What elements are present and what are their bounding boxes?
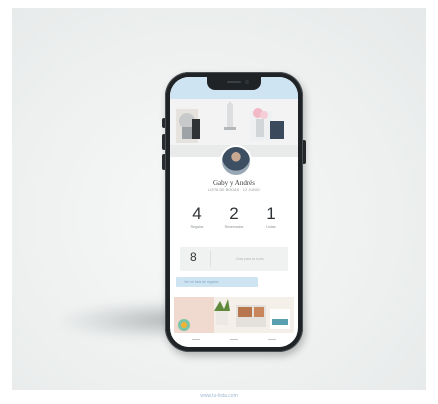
countdown-label: Días para la boda bbox=[236, 257, 264, 261]
stat-lists[interactable]: 1 Listas bbox=[254, 205, 288, 239]
featured-image[interactable] bbox=[174, 297, 294, 333]
mockup-scene: Gaby y Andrés LISTA DE BODAS · 12 JUNIO … bbox=[0, 0, 438, 404]
tab-home[interactable] bbox=[192, 339, 200, 340]
stat-label: Regalos bbox=[190, 225, 204, 229]
footer-url[interactable]: www.tu-lista.com bbox=[0, 393, 438, 399]
profile-subtitle: LISTA DE BODAS · 12 JUNIO bbox=[208, 188, 260, 192]
stat-value: 4 bbox=[192, 204, 202, 223]
camera bbox=[245, 80, 249, 84]
phone-notch bbox=[207, 77, 261, 90]
profile-name: Gaby y Andrés bbox=[213, 179, 255, 187]
stat-label: Reservados bbox=[224, 225, 244, 229]
stat-reserved[interactable]: 2 Reservados bbox=[217, 205, 251, 239]
stat-value: 2 bbox=[229, 204, 239, 223]
countdown-card[interactable]: 8 Días para la boda bbox=[180, 247, 288, 271]
tab-gifts[interactable] bbox=[230, 339, 238, 340]
card-divider bbox=[210, 251, 211, 267]
featured-illustration bbox=[174, 297, 294, 333]
view-list-button[interactable]: Ver mi lista de regalos bbox=[176, 277, 258, 287]
view-list-label: Ver mi lista de regalos bbox=[184, 280, 219, 284]
stats-row: 4 Regalos 2 Reservados 1 Listas bbox=[180, 205, 288, 239]
stat-gifts[interactable]: 4 Regalos bbox=[180, 205, 214, 239]
avatar[interactable] bbox=[220, 145, 252, 177]
speaker bbox=[227, 81, 241, 83]
stat-label: Listas bbox=[266, 225, 276, 229]
countdown-value: 8 bbox=[190, 250, 197, 264]
phone: Gaby y Andrés LISTA DE BODAS · 12 JUNIO … bbox=[165, 72, 303, 352]
stat-value: 1 bbox=[266, 204, 276, 223]
tab-profile[interactable] bbox=[268, 339, 276, 340]
phone-screen: Gaby y Andrés LISTA DE BODAS · 12 JUNIO … bbox=[170, 77, 298, 347]
tab-bar bbox=[170, 335, 298, 347]
